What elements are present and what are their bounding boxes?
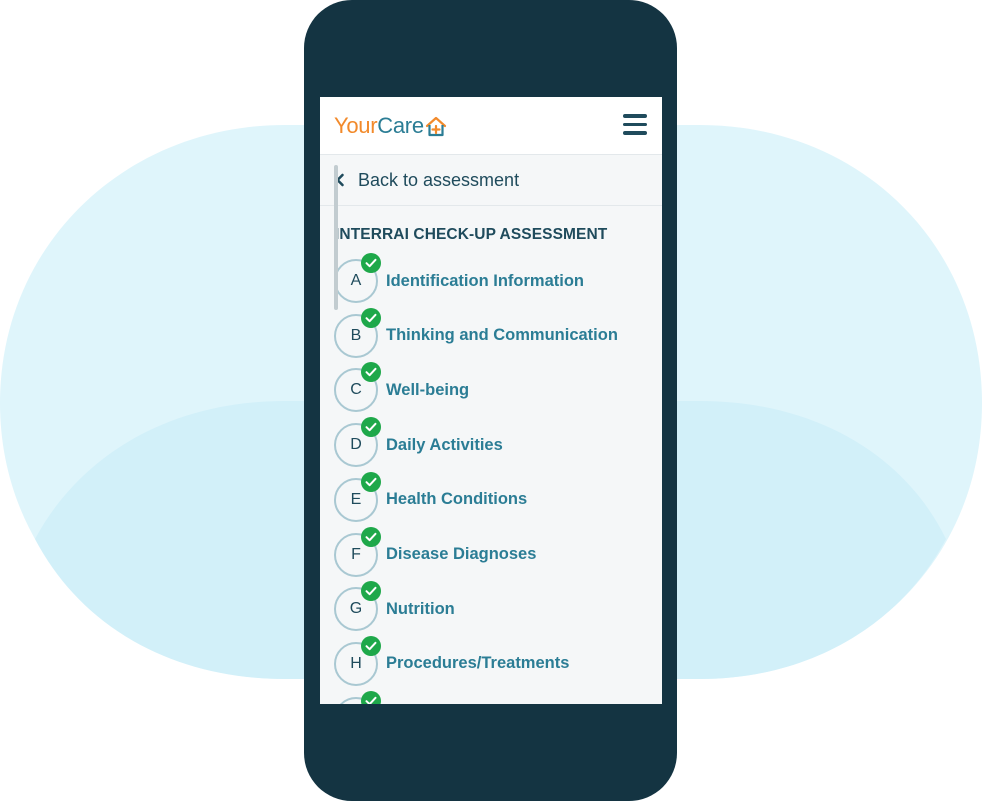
completed-check-icon (361, 362, 381, 383)
section-letter: H (350, 654, 362, 672)
completed-check-icon (361, 307, 381, 328)
assessment-section-item[interactable]: F Disease Diagnoses (334, 526, 644, 577)
assessment-section-item[interactable]: E Health Conditions (334, 471, 644, 522)
section-label: Procedures/Treatments (386, 654, 570, 673)
house-plus-icon (425, 116, 446, 137)
section-letter: E (350, 490, 362, 508)
section-letter-badge: F (334, 526, 381, 577)
completed-check-icon (361, 417, 381, 438)
section-label: Well-being (386, 380, 470, 399)
section-label: Identification Information (386, 271, 584, 290)
assessment-section-item[interactable]: C Well-being (334, 362, 644, 413)
back-to-assessment-link[interactable]: Back to assessment (320, 155, 662, 206)
section-letter-badge: D (334, 417, 381, 468)
assessment-section-item-partial[interactable] (334, 690, 644, 704)
logo-text-care: Care (377, 113, 424, 138)
section-letter-badge: A (334, 253, 381, 303)
assessment-section-item[interactable]: B Thinking and Communication (334, 307, 644, 358)
section-label: Daily Activities (386, 435, 503, 454)
assessment-section-item[interactable]: A Identification Information (334, 253, 644, 303)
assessment-content: INTERRAI CHECK-UP ASSESSMENT A Identifica… (320, 206, 662, 704)
completed-check-icon (361, 253, 381, 273)
section-letter-badge: B (334, 307, 381, 358)
completed-check-icon (361, 690, 381, 704)
yourcare-logo[interactable]: Your Care (334, 113, 447, 139)
section-label: Nutrition (386, 599, 455, 618)
completed-check-icon (361, 581, 381, 602)
completed-check-icon (361, 526, 381, 547)
section-letter-badge (334, 690, 381, 704)
section-label: Disease Diagnoses (386, 545, 537, 563)
assessment-section-item[interactable]: D Daily Activities (334, 417, 644, 468)
assessment-section-item[interactable]: G Nutrition (334, 581, 644, 632)
page-title: INTERRAI CHECK-UP ASSESSMENT (335, 226, 608, 243)
completed-check-icon (361, 635, 381, 656)
section-letter: A (350, 272, 362, 289)
section-letter: G (349, 600, 363, 618)
completed-check-icon (361, 471, 381, 492)
section-letter: F (351, 545, 361, 563)
app-header: Your Care (320, 97, 662, 155)
section-letter-badge: E (334, 471, 381, 522)
section-letter: D (350, 436, 362, 454)
section-letter: B (350, 326, 362, 344)
hamburger-menu-icon[interactable] (623, 114, 647, 136)
section-letter-badge: H (334, 635, 381, 686)
section-letter: C (350, 381, 362, 399)
section-letter-badge: C (334, 362, 381, 413)
back-link-label: Back to assessment (358, 169, 520, 190)
scrollbar[interactable] (334, 165, 338, 310)
section-label: Thinking and Communication (386, 326, 618, 345)
section-label: Health Conditions (386, 490, 528, 509)
logo-text-your: Your (334, 113, 378, 138)
phone-screen: Your Care Back to assessment INTERRAI CH… (320, 97, 662, 704)
assessment-section-item[interactable]: H Procedures/Treatments (334, 635, 644, 686)
section-letter-badge: G (334, 581, 381, 632)
